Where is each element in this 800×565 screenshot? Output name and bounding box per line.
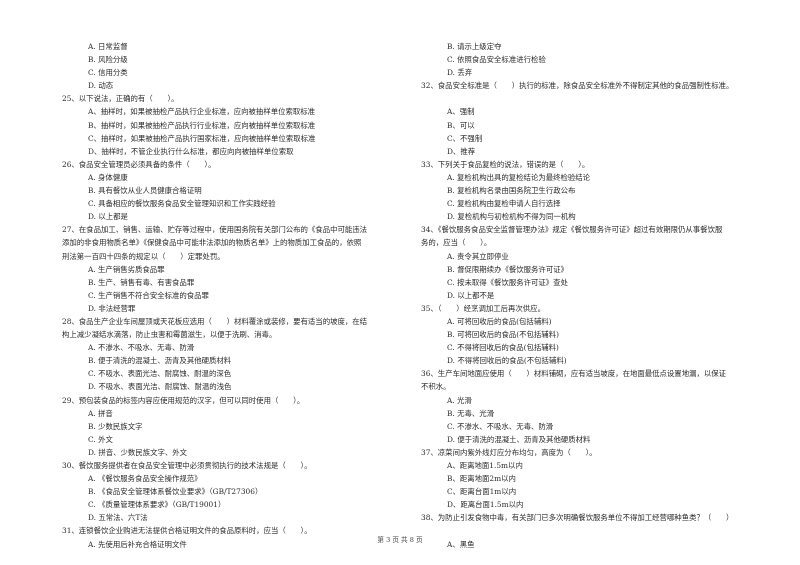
answer-option: B. 复检机构名录由国务院卫生行政公布 (447, 186, 576, 196)
answer-option: A. 拼音 (88, 408, 113, 418)
question-text: 34、《餐饮服务食品安全监督管理办法》规定《餐饮服务许可证》超过有效期限仍从事餐… (421, 225, 723, 235)
question-text: 35、（ ）经烹调加工后再次供应。 (421, 303, 545, 313)
question-text: 不积水。 (421, 382, 451, 392)
question-text: 33、下列关于食品复检的说法，错误的是（ ）。 (421, 159, 590, 169)
answer-option: D. 复检机构与初检机构不得为同一机构 (447, 212, 576, 222)
answer-option: C. 复检机构由复检申请人自行选择 (447, 199, 561, 209)
question-text: 29、预包装食品的标签内容应使用规范的汉字，但可以同时使用（ ）。 (62, 395, 305, 405)
answer-option: A. 日常监督 (88, 42, 128, 51)
answer-option: B. 生产、销售有毒、有害食品罪 (88, 277, 195, 287)
answer-option: B. 督促限期续办《餐饮服务许可证》 (447, 264, 568, 274)
answer-option: A. 复检机构出具的复检结论为最终检验结论 (447, 172, 591, 182)
answer-option: B、距离地面2m以内 (447, 474, 516, 484)
answer-option: A. 不渗水、不吸水、无毒、防滑 (88, 343, 195, 353)
answer-option: C. 不得将回收后的食品(包括辅料) (447, 343, 559, 353)
answer-option: A. 生产销售劣质食品罪 (88, 264, 165, 274)
answer-option: B. 无毒、光滑 (447, 408, 495, 418)
answer-option: B. 风险分级 (88, 55, 128, 65)
question-text: 添加的非食用物质名单》《保健食品中可能非法添加的物质名单》上的物质加工食品的，依… (62, 238, 362, 248)
answer-option: D. 以上都不是 (447, 290, 495, 300)
answer-option: A. 责令其立即停业 (447, 251, 509, 261)
answer-option: D. 不吸水、表面光洁、耐腐蚀、耐温的浅色 (88, 382, 232, 392)
answer-option: D、推荐 (447, 146, 476, 156)
answer-option: C. 《质量管理体系要求》（GB/T19001） (88, 500, 226, 510)
answer-option: B、可以 (447, 120, 475, 130)
question-text: 26、食品安全管理员必须具备的条件（ ）。 (62, 159, 216, 169)
answer-option: C、距离台面1m以内 (447, 487, 517, 497)
question-text: 37、凉菜间内紫外线灯应分布均匀，高度为（ ）。 (421, 447, 597, 457)
answer-option: D. 以上都是 (88, 212, 128, 222)
question-text: 38、为防止引发食物中毒，有关部门已多次明确餐饮服务单位不得加工经营哪种鱼类？（… (421, 513, 734, 523)
right-column: B. 请示上级定夺 C. 依照食品安全标准进行检验 D. 丢弃 32、食品安全标准是（… (421, 40, 781, 551)
question-text: 30、餐饮服务提供者在食品安全管理中必须贯彻执行的技术法规是（ ）。 (62, 461, 312, 470)
answer-option: B. 便于清洗的混凝土、沥青及其他硬质材料 (88, 356, 232, 366)
answer-option: B. 少数民族文字 (88, 421, 143, 431)
answer-option: D. 便于清洗的混凝土、沥青及其他硬质材料 (447, 434, 591, 444)
question-text: 27、在食品加工、销售、运输、贮存等过程中，使用国务院有关部门公布的《食品中可能… (62, 225, 368, 235)
question-text: 32、食品安全标准是（ ）执行的标准，除食品安全标准外不得制定其他的食品强制性标… (421, 81, 734, 91)
answer-option: D、距离台面1.5m以内 (447, 500, 524, 510)
answer-option: A、强制 (447, 107, 475, 117)
question-text: 务的，应当（ ）。 (421, 238, 492, 248)
answer-option: C、抽样时，如果被抽检产品执行国家标准，应向被抽样单位索取标准 (88, 133, 316, 143)
answer-option: D. 拼音、少数民族文字、外文 (88, 447, 188, 457)
answer-option: A. 光滑 (447, 395, 472, 405)
answer-option: C. 信用分类 (88, 68, 128, 78)
answer-option: D. 动态 (88, 81, 114, 91)
page-footer: 第 3 页 共 8 页 (0, 534, 800, 544)
answer-option: A、距离地面1.5m以内 (447, 461, 523, 470)
answer-option: D. 五常法、六T法 (88, 513, 148, 523)
page-number: 第 3 页 共 8 页 (377, 536, 423, 544)
answer-option: C. 按未取得《餐饮服务许可证》查处 (447, 277, 568, 287)
answer-option: A. 身体健康 (88, 172, 128, 182)
question-text: 25、以下说法，正确的有（ ）。 (62, 94, 179, 104)
left-column: A. 日常监督 B. 风险分级 C. 信用分类 D. 动态 25、以下说法，正确的有（ … (62, 40, 414, 551)
answer-option: D. 不得将回收后的食品(不包括辅料) (447, 356, 567, 366)
answer-option: B、抽样时，如果被抽检产品执行行业标准，应向被抽样单位索取标准 (88, 120, 316, 130)
question-text: 28、食品生产企业车间屋顶或天花板应选用（ ）材料覆涂或装修，要有适当的坡度，在… (62, 316, 368, 326)
answer-option: B. 可将回收后的食品(不包括辅料) (447, 330, 559, 340)
question-text: 36、生产车间地面应使用（ ）材料铺砌，应有适当坡度，在地面最低点设置地漏，以保… (421, 369, 727, 379)
answer-option: C、不强制 (447, 133, 483, 143)
answer-option: C. 具备相应的餐饮服务食品安全管理知识和工作实践经验 (88, 199, 276, 209)
answer-option: A. 可将回收后的食品(包括辅料) (447, 316, 552, 326)
answer-option: C. 依照食品安全标准进行检验 (447, 55, 546, 65)
answer-option: D. 非法经营罪 (88, 303, 136, 313)
answer-option: C. 不渗水、不吸水、无毒、防滑 (447, 421, 554, 431)
answer-option: C. 不吸水、表面光洁、耐腐蚀、耐温的深色 (88, 369, 232, 379)
question-text: 构上减少凝结水滴落，防止虫害和霉菌滋生，以便于洗刷、消毒。 (62, 330, 277, 340)
answer-option: B. 具有餐饮从业人员健康合格证明 (88, 186, 202, 196)
answer-option: A、抽样时，如果被抽检产品执行企业标准，应向被抽样单位索取标准 (88, 107, 316, 117)
answer-option: D. 丢弃 (447, 68, 473, 78)
answer-option: A. 《餐饮服务食品安全操作规范》 (88, 474, 202, 484)
answer-option: D、抽样时，不管企业执行什么标准，都应向向被抽样单位索取 (88, 146, 294, 156)
answer-option: B. 请示上级定夺 (447, 42, 502, 51)
question-text: 刑法第一百四十四条的规定以（ ）定罪处罚。 (62, 251, 225, 261)
answer-option: C. 外文 (88, 434, 113, 444)
answer-option: B. 《食品安全管理体系餐饮业要求》（GB/T27306） (88, 487, 263, 497)
answer-option: C. 生产销售不符合安全标准的食品罪 (88, 290, 209, 300)
